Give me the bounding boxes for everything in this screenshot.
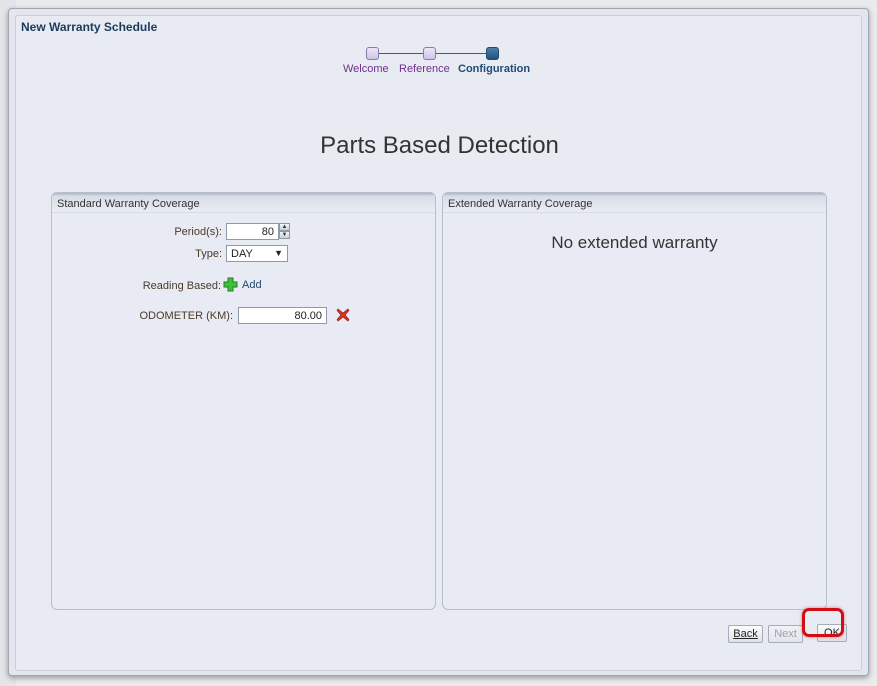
next-button[interactable]: Next bbox=[768, 625, 803, 643]
add-icon[interactable] bbox=[223, 277, 238, 292]
standard-warranty-panel: Standard Warranty Coverage Period(s): 80… bbox=[51, 192, 436, 610]
type-label: Type: bbox=[195, 248, 222, 260]
page-heading: Parts Based Detection bbox=[320, 132, 559, 159]
train-label-welcome[interactable]: Welcome bbox=[343, 63, 389, 75]
spin-up-icon[interactable]: ▲ bbox=[279, 223, 290, 231]
period-input[interactable]: 80 bbox=[226, 223, 279, 240]
train-stop-reference-icon[interactable] bbox=[423, 47, 436, 60]
train-stop-configuration-icon bbox=[486, 47, 499, 60]
odometer-label: ODOMETER (KM): bbox=[139, 310, 234, 322]
panel-title: Extended Warranty Coverage bbox=[448, 198, 593, 210]
spin-down-icon[interactable]: ▼ bbox=[279, 231, 290, 239]
dialog-title: New Warranty Schedule bbox=[21, 20, 158, 34]
chevron-down-icon: ▼ bbox=[274, 248, 283, 258]
back-button-label: Back bbox=[733, 628, 758, 640]
extended-warranty-panel: Extended Warranty Coverage No extended w… bbox=[442, 192, 827, 610]
panel-header: Standard Warranty Coverage bbox=[52, 193, 435, 213]
empty-message: No extended warranty bbox=[551, 233, 718, 252]
wizard-train: Welcome Reference Configuration bbox=[343, 46, 543, 86]
train-label-configuration: Configuration bbox=[458, 63, 531, 75]
train-label-reference[interactable]: Reference bbox=[399, 63, 450, 75]
delete-icon[interactable] bbox=[336, 308, 350, 322]
period-spinner[interactable]: ▲ ▼ bbox=[279, 223, 290, 240]
reading-based-label: Reading Based: bbox=[142, 280, 221, 292]
add-reading-link[interactable]: Add bbox=[242, 279, 262, 291]
panel-header-accent bbox=[52, 193, 435, 196]
panel-header: Extended Warranty Coverage bbox=[443, 193, 826, 213]
back-button[interactable]: Back bbox=[728, 625, 763, 643]
train-stop-welcome-icon[interactable] bbox=[366, 47, 379, 60]
next-button-label: Next bbox=[774, 628, 797, 640]
train-connector bbox=[379, 53, 423, 54]
type-select[interactable]: DAY ▼ bbox=[226, 245, 288, 262]
panel-header-accent bbox=[443, 193, 826, 196]
period-label: Period(s): bbox=[174, 226, 222, 238]
ok-highlight-annotation bbox=[802, 608, 844, 637]
train-connector bbox=[436, 53, 486, 54]
type-select-value: DAY bbox=[231, 248, 253, 260]
odometer-input[interactable]: 80.00 bbox=[238, 307, 327, 324]
warranty-schedule-dialog: New Warranty Schedule Welcome Reference … bbox=[8, 8, 869, 676]
panel-title: Standard Warranty Coverage bbox=[57, 198, 200, 210]
